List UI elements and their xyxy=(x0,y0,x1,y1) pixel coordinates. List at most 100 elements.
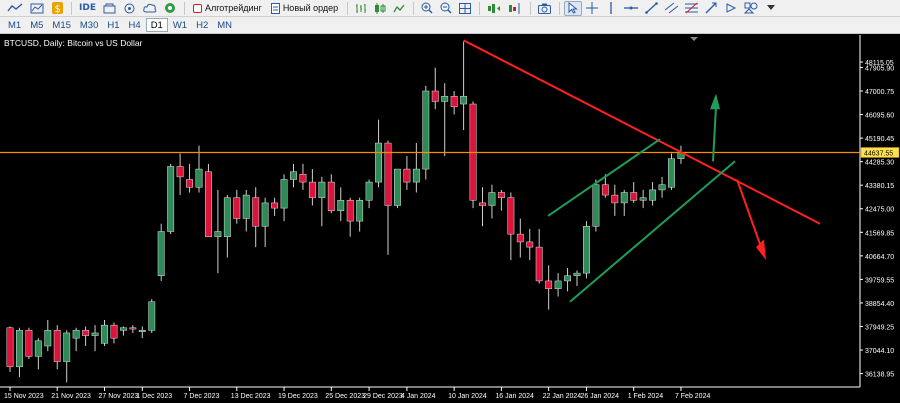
vertical-line-icon[interactable] xyxy=(602,1,620,16)
candle-body xyxy=(488,192,496,206)
candle-body xyxy=(167,166,175,232)
candle-body xyxy=(186,179,194,188)
crosshair-icon[interactable] xyxy=(583,1,601,16)
dropdown-chevron-icon[interactable] xyxy=(762,1,780,16)
candle-body xyxy=(157,231,165,276)
ide-label: IDE xyxy=(79,3,96,13)
candle-body xyxy=(441,95,449,102)
new-order-icon xyxy=(270,2,280,14)
chart-shift-icon[interactable] xyxy=(505,1,525,16)
candle-body xyxy=(252,197,260,227)
signals-icon[interactable] xyxy=(120,1,139,16)
x-tick-label: 29 Dec 2023 xyxy=(363,393,403,400)
y-tick-label: 46095.60 xyxy=(865,113,894,120)
candle-body xyxy=(365,181,373,201)
x-tick-label: 7 Dec 2023 xyxy=(184,393,220,400)
main-toolbar: $ IDE Алготрейдинг Новый ордер xyxy=(0,0,900,17)
candle-body xyxy=(290,171,297,180)
screenshot-icon[interactable] xyxy=(535,1,554,16)
candles-icon[interactable] xyxy=(371,1,389,16)
dollar-icon[interactable]: $ xyxy=(48,1,66,16)
x-tick-label: 13 Dec 2023 xyxy=(231,393,271,400)
horizontal-line-icon[interactable] xyxy=(621,1,641,16)
chart-type-icon[interactable] xyxy=(27,1,47,16)
toolbar-separator xyxy=(413,1,415,15)
candle-body xyxy=(658,184,666,191)
text-tool-icon[interactable] xyxy=(702,1,721,16)
candle-body xyxy=(564,275,571,282)
down-arrow-shaft xyxy=(736,179,763,251)
market-icon[interactable] xyxy=(100,1,119,16)
trendline-red xyxy=(463,39,821,225)
candle-body xyxy=(649,189,657,201)
candle-body xyxy=(63,332,71,362)
new-order-button[interactable]: Новый ордер xyxy=(267,1,342,16)
toolbar-separator xyxy=(479,1,481,15)
candle-body xyxy=(497,192,505,198)
x-tick-label: 19 Dec 2023 xyxy=(278,393,318,400)
candle-body xyxy=(545,280,553,289)
algotrading-button[interactable]: Алготрейдинг xyxy=(189,1,266,16)
vps-icon[interactable] xyxy=(161,1,179,16)
candle-body xyxy=(280,179,288,209)
y-tick-label: 47000.75 xyxy=(865,89,894,96)
channel-icon[interactable] xyxy=(662,1,681,16)
candle-body xyxy=(450,95,458,107)
timeframe-h1[interactable]: H1 xyxy=(103,18,123,32)
candle-body xyxy=(261,202,269,227)
tile-windows-icon[interactable] xyxy=(456,1,474,16)
price-chart[interactable]: 48115.05 47905.90 47000.75 46095.60 45190.45… xyxy=(0,35,900,403)
candle-body xyxy=(346,200,354,222)
ide-button[interactable]: IDE xyxy=(76,1,99,16)
y-tick-label: 45190.45 xyxy=(865,136,894,143)
cursor-icon[interactable] xyxy=(564,0,583,16)
stop-icon xyxy=(192,3,202,13)
timeframe-d1[interactable]: D1 xyxy=(145,18,168,32)
candle-body xyxy=(25,330,33,357)
timeframe-m30[interactable]: M30 xyxy=(76,18,102,32)
candle-body xyxy=(356,200,364,222)
x-tick-label: 26 Jan 2024 xyxy=(580,393,619,400)
candle-body xyxy=(53,330,61,362)
fibonacci-icon[interactable] xyxy=(682,1,701,16)
shapes-icon[interactable] xyxy=(741,1,761,16)
zoom-in-icon[interactable] xyxy=(418,1,436,16)
candle-body xyxy=(337,200,345,211)
auto-scroll-icon[interactable] xyxy=(484,1,504,16)
toolbar-separator xyxy=(183,1,185,15)
bar-chart-icon[interactable] xyxy=(352,1,370,16)
candle-body xyxy=(72,330,80,339)
timeframe-h4[interactable]: H4 xyxy=(125,18,145,32)
cloud-icon[interactable] xyxy=(140,1,160,16)
x-tick-label: 4 Jan 2024 xyxy=(401,393,436,400)
symbol-title: BTCUSD, Daily: Bitcoin vs US Dollar xyxy=(4,38,143,48)
zoom-out-icon[interactable] xyxy=(437,1,455,16)
line-chart-icon[interactable] xyxy=(390,1,408,16)
candle-body xyxy=(460,95,468,105)
line-tool-icon[interactable] xyxy=(4,1,26,16)
candle-body xyxy=(554,280,562,289)
candle-body xyxy=(573,272,581,276)
candle-body xyxy=(620,192,628,204)
timeframe-m5[interactable]: M5 xyxy=(26,18,47,32)
x-tick-label: 1 Feb 2024 xyxy=(628,393,664,400)
timeframe-m1[interactable]: M1 xyxy=(4,18,25,32)
candle-body xyxy=(205,171,212,237)
timeframe-mn[interactable]: MN xyxy=(213,18,236,32)
candle-body xyxy=(119,327,127,331)
toolbar-separator xyxy=(559,1,561,15)
y-tick-label: 38854.40 xyxy=(865,301,894,308)
algotrading-label: Алготрейдинг xyxy=(204,3,262,13)
chart-canvas[interactable]: 48115.0547905.9047000.7546095.6045190.45… xyxy=(0,35,900,403)
candle-body xyxy=(110,324,118,339)
new-order-label: Новый ордер xyxy=(282,3,339,13)
candle-body xyxy=(44,330,52,347)
timeframe-h2[interactable]: H2 xyxy=(192,18,212,32)
up-arrow-head xyxy=(710,93,720,110)
candle-body xyxy=(601,184,609,196)
trendline-icon[interactable] xyxy=(642,1,661,16)
timeframe-m15[interactable]: M15 xyxy=(48,18,74,32)
arrow-tool-icon[interactable] xyxy=(722,1,740,16)
candle-body xyxy=(34,340,42,357)
timeframe-w1[interactable]: W1 xyxy=(169,18,191,32)
